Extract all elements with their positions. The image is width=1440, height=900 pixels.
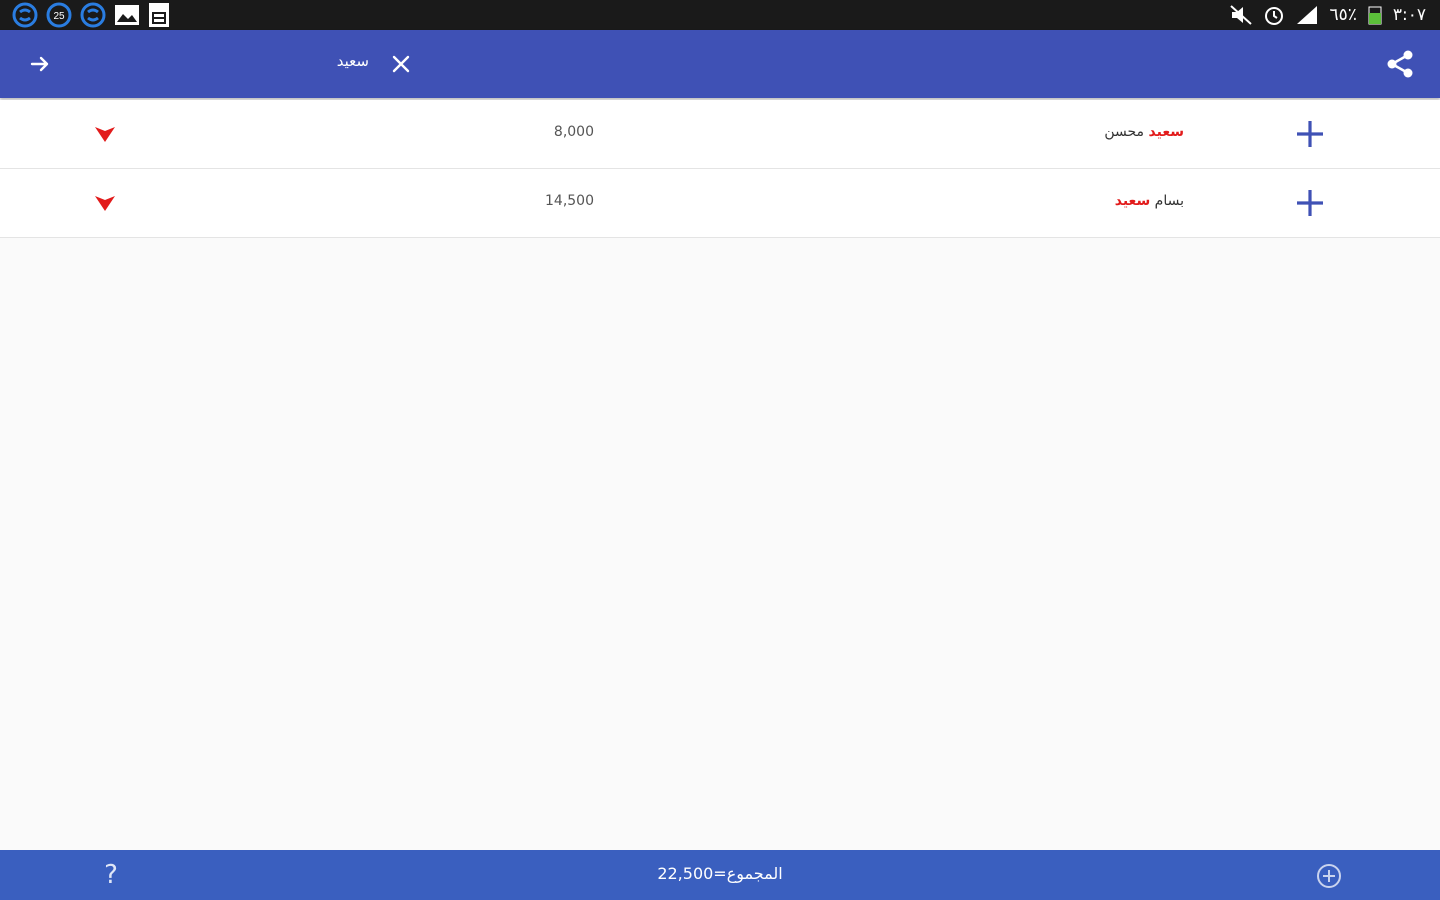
close-icon: [392, 55, 410, 73]
status-bar: 25 ٦٥٪ ٣:٠٧: [0, 0, 1440, 30]
amount: 14,500: [545, 193, 594, 209]
app-bar: سعيد: [0, 30, 1440, 98]
search-query[interactable]: سعيد: [337, 52, 369, 70]
triangle-down-icon: [95, 196, 115, 211]
alarm-icon: [1263, 4, 1285, 26]
arrow-right-icon: [30, 56, 49, 72]
clock: ٣:٠٧: [1392, 5, 1426, 25]
list-item[interactable]: بسام سعيد 14,500: [0, 169, 1440, 238]
amount: 8,000: [553, 124, 594, 140]
list-item[interactable]: سعيد محسن 8,000: [0, 100, 1440, 169]
document-icon: [148, 2, 170, 28]
total-summary: 22,500المجموع=: [0, 864, 1440, 883]
share-icon: [1387, 50, 1413, 78]
name-rest: محسن: [1104, 124, 1145, 140]
results-list: سعيد محسن 8,000 بسام سعيد 14,500: [0, 100, 1440, 238]
name-highlight: سعيد: [1148, 124, 1184, 140]
add-button[interactable]: [1290, 114, 1330, 154]
mute-icon: [1229, 4, 1253, 26]
plus-icon: [1297, 190, 1323, 216]
add-entry-button[interactable]: [1314, 861, 1344, 891]
total-label: المجموع=: [713, 864, 783, 883]
signal-icon: [1295, 4, 1319, 26]
bottom-bar: ? 22,500المجموع=: [0, 850, 1440, 900]
battery-percent: ٦٥٪: [1329, 5, 1357, 25]
add-circle-icon: [1317, 864, 1341, 888]
name-rest: بسام: [1154, 193, 1184, 209]
notification-count: 25: [53, 11, 65, 22]
image-icon: [114, 3, 140, 27]
add-button[interactable]: [1290, 183, 1330, 223]
share-button[interactable]: [1380, 46, 1420, 82]
notification-count-icon: 25: [46, 2, 72, 28]
total-value: 22,500: [657, 864, 714, 883]
plus-icon: [1297, 121, 1323, 147]
skype-icon: [80, 2, 106, 28]
status-bar-notifications: 25: [12, 0, 170, 30]
person-name: بسام سعيد: [1115, 193, 1184, 209]
status-bar-system: ٦٥٪ ٣:٠٧: [1229, 0, 1426, 30]
person-name: سعيد محسن: [1104, 124, 1184, 140]
name-highlight: سعيد: [1114, 193, 1151, 209]
skype-icon: [12, 2, 38, 28]
back-button[interactable]: [22, 48, 58, 80]
battery-icon: [1367, 4, 1383, 26]
expand-button[interactable]: [90, 122, 120, 146]
expand-button[interactable]: [90, 191, 120, 215]
clear-search-button[interactable]: [386, 48, 416, 80]
triangle-down-icon: [95, 127, 115, 142]
